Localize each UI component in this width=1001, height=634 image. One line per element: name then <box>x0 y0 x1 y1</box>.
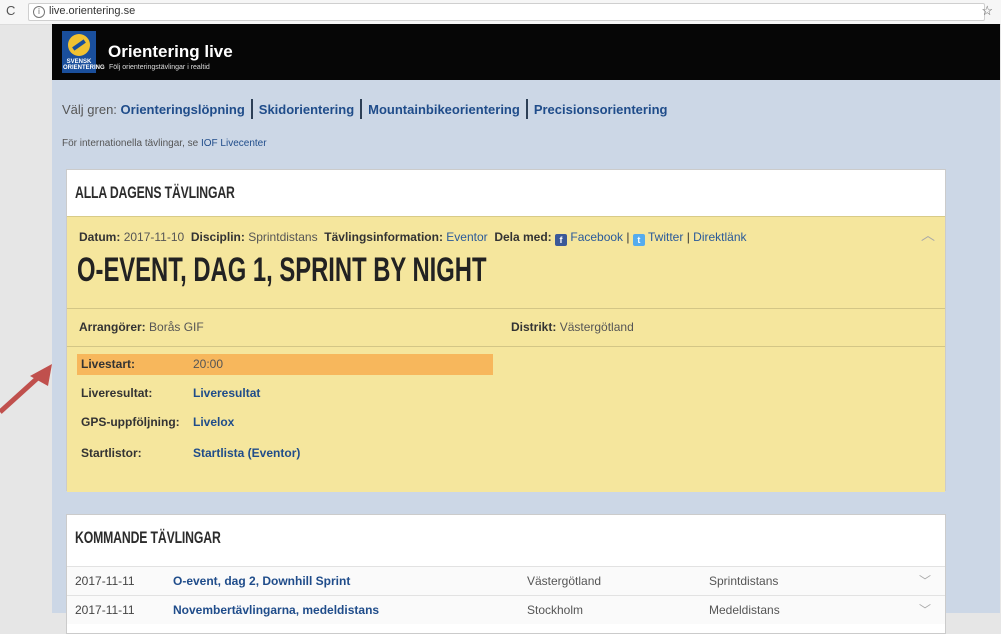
browser-toolbar: C i live.orientering.se ☆ <box>0 0 1001 25</box>
reload-icon[interactable]: C <box>6 3 15 18</box>
chevron-down-icon[interactable]: ﹀ <box>919 596 931 624</box>
event-card: Datum: 2017-11-10 Disciplin: Sprintdista… <box>67 216 945 492</box>
heading-text: ALLA DAGENS TÄVLINGAR <box>75 183 235 202</box>
share-separator: | <box>626 230 630 244</box>
twitter-link[interactable]: Twitter <box>648 230 683 244</box>
url-text[interactable]: live.orientering.se <box>49 5 135 17</box>
livelox-link[interactable]: Livelox <box>193 415 234 429</box>
svensk-orientering-logo[interactable]: SVENSK ORIENTERING <box>62 31 105 73</box>
row-name-link[interactable]: O-event, dag 2, Downhill Sprint <box>173 567 350 595</box>
gps-field: GPS-uppföljning: Livelox <box>81 415 234 429</box>
startlist-label: Startlistor: <box>81 446 142 460</box>
logo-text: SVENSK ORIENTERING <box>63 59 105 71</box>
share-label: Dela med: <box>494 230 552 244</box>
divider <box>67 346 945 347</box>
organizer-value: Borås GIF <box>149 320 204 334</box>
page: SVENSK ORIENTERING Orientering live Följ… <box>52 24 1000 634</box>
nav-skidorientering[interactable]: Skidorientering <box>259 102 354 117</box>
todays-competitions-heading: ALLA DAGENS TÄVLINGAR <box>67 170 945 216</box>
district-value: Västergötland <box>559 320 634 334</box>
site-subtitle: Följ orienteringstävlingar i realtid <box>109 64 210 71</box>
todays-competitions-panel: ALLA DAGENS TÄVLINGAR Datum: 2017-11-10 … <box>66 169 946 492</box>
table-row[interactable]: 2017-11-11 O-event, dag 2, Downhill Spri… <box>67 566 945 595</box>
nav-divider <box>525 99 528 119</box>
event-title: O-EVENT, DAG 1, SPRINT BY NIGHT <box>77 251 487 289</box>
share-separator: | <box>686 230 690 244</box>
row-name-link[interactable]: Novembertävlingarna, medeldistans <box>173 596 379 624</box>
discipline-label: Disciplin: <box>190 230 245 244</box>
nav-precisionsorientering[interactable]: Precisionsorientering <box>534 102 668 117</box>
event-meta: Datum: 2017-11-10 Disciplin: Sprintdista… <box>79 230 747 246</box>
intl-text: För internationella tävlingar, se <box>62 138 199 149</box>
info-label: Tävlingsinformation: <box>324 230 443 244</box>
livestart-value: 20:00 <box>193 357 224 371</box>
discipline-nav: Välj gren: Orienteringslöpning Skidorient… <box>62 99 667 119</box>
nav-divider <box>250 99 253 119</box>
startlist-field: Startlistor: Startlista (Eventor) <box>81 446 300 460</box>
site-header: SVENSK ORIENTERING Orientering live Följ… <box>52 24 1000 80</box>
nav-orienteringslopning[interactable]: Orienteringslöpning <box>121 102 245 117</box>
eventor-link[interactable]: Eventor <box>446 230 487 244</box>
chevron-up-icon[interactable]: ︿ <box>921 225 935 245</box>
twitter-icon[interactable]: t <box>632 234 645 246</box>
event-discipline: Sprintdistans <box>248 230 318 244</box>
heading-text: KOMMANDE TÄVLINGAR <box>75 528 221 547</box>
upcoming-competitions-heading: KOMMANDE TÄVLINGAR <box>67 515 945 561</box>
startlist-link[interactable]: Startlista (Eventor) <box>193 446 300 460</box>
liveresult-link[interactable]: Liveresultat <box>193 386 260 400</box>
livestart-label: Livestart: <box>81 357 136 371</box>
bookmark-star-icon[interactable]: ☆ <box>981 3 993 19</box>
date-label: Datum: <box>79 230 121 244</box>
address-bar[interactable]: i live.orientering.se <box>28 3 985 21</box>
divider <box>67 308 945 309</box>
upcoming-competitions-panel: KOMMANDE TÄVLINGAR 2017-11-11 O-event, d… <box>66 514 946 634</box>
nav-mountainbikeorientering[interactable]: Mountainbikeorientering <box>368 102 520 117</box>
row-district: Stockholm <box>527 603 584 617</box>
compass-logo-icon <box>68 34 90 56</box>
organizer-label: Arrangörer: <box>79 320 146 334</box>
table-row[interactable]: 2017-11-11 Novembertävlingarna, medeldis… <box>67 595 945 624</box>
row-district: Västergötland <box>527 574 602 588</box>
iof-livecenter-link[interactable]: IOF Livecenter <box>201 138 267 149</box>
event-date: 2017-11-10 <box>123 230 185 244</box>
district-label: Distrikt: <box>511 320 557 334</box>
facebook-icon[interactable]: f <box>555 234 568 246</box>
nav-label: Välj gren: <box>62 102 117 117</box>
nav-divider <box>360 99 363 119</box>
district-field: Distrikt: Västergötland <box>511 320 634 334</box>
site-title[interactable]: Orientering live <box>108 42 233 62</box>
row-date: 2017-11-11 <box>75 574 135 588</box>
row-discipline: Sprintdistans <box>709 574 779 588</box>
facebook-link[interactable]: Facebook <box>570 230 623 244</box>
row-date: 2017-11-11 <box>75 603 135 617</box>
liveresult-field: Liveresultat: Liveresultat <box>81 386 260 400</box>
organizer-field: Arrangörer: Borås GIF <box>79 320 204 334</box>
direct-link[interactable]: Direktlänk <box>693 230 746 244</box>
livestart-field: Livestart: 20:00 <box>81 357 223 371</box>
chevron-down-icon[interactable]: ﹀ <box>919 567 931 595</box>
liveresult-label: Liveresultat: <box>81 386 153 400</box>
intl-notice: För internationella tävlingar, se IOF Li… <box>62 138 267 149</box>
row-discipline: Medeldistans <box>709 603 780 617</box>
info-icon[interactable]: i <box>33 6 45 18</box>
annotation-arrow-icon <box>0 364 52 414</box>
gps-label: GPS-uppföljning: <box>81 415 180 429</box>
